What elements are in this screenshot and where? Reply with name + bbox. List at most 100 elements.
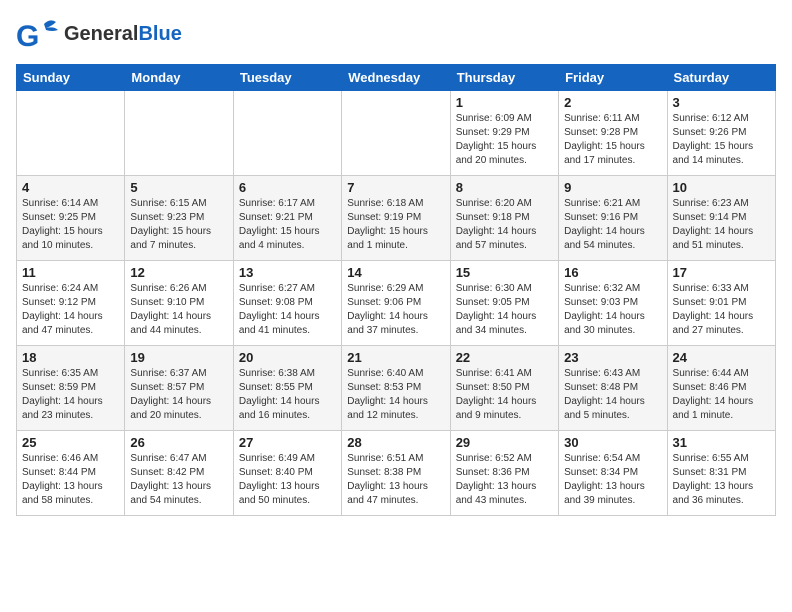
calendar-cell: 5Sunrise: 6:15 AM Sunset: 9:23 PM Daylig… <box>125 176 233 261</box>
day-info: Sunrise: 6:09 AM Sunset: 9:29 PM Dayligh… <box>456 112 553 168</box>
day-info: Sunrise: 6:23 AM Sunset: 9:14 PM Dayligh… <box>673 197 770 253</box>
day-number: 6 <box>239 180 336 195</box>
day-info: Sunrise: 6:46 AM Sunset: 8:44 PM Dayligh… <box>22 452 119 508</box>
day-number: 24 <box>673 350 770 365</box>
day-number: 16 <box>564 265 661 280</box>
day-info: Sunrise: 6:12 AM Sunset: 9:26 PM Dayligh… <box>673 112 770 168</box>
day-number: 31 <box>673 435 770 450</box>
header-saturday: Saturday <box>667 65 775 91</box>
day-info: Sunrise: 6:37 AM Sunset: 8:57 PM Dayligh… <box>130 367 227 423</box>
day-info: Sunrise: 6:11 AM Sunset: 9:28 PM Dayligh… <box>564 112 661 168</box>
calendar-cell: 19 Sunrise: 6:37 AM Sunset: 8:57 PM Dayli… <box>125 346 233 431</box>
day-number: 14 <box>347 265 444 280</box>
day-info: Sunrise: 6:30 AM Sunset: 9:05 PM Dayligh… <box>456 282 553 338</box>
day-number: 4 <box>22 180 119 195</box>
day-number: 29 <box>456 435 553 450</box>
day-info: Sunrise: 6:47 AM Sunset: 8:42 PM Dayligh… <box>130 452 227 508</box>
day-number: 1 <box>456 95 553 110</box>
calendar-week-1: 1 Sunrise: 6:09 AM Sunset: 9:29 PM Daylig… <box>17 91 776 176</box>
day-info: Sunrise: 6:41 AM Sunset: 8:50 PM Dayligh… <box>456 367 553 423</box>
header-monday: Monday <box>125 65 233 91</box>
day-info: Sunrise: 6:51 AM Sunset: 8:38 PM Dayligh… <box>347 452 444 508</box>
header-sunday: Sunday <box>17 65 125 91</box>
day-number: 2 <box>564 95 661 110</box>
calendar-cell: 4 Sunrise: 6:14 AM Sunset: 9:25 PM Daylig… <box>17 176 125 261</box>
day-info: Sunrise: 6:29 AM Sunset: 9:06 PM Dayligh… <box>347 282 444 338</box>
calendar-cell: 23 Sunrise: 6:43 AM Sunset: 8:48 PM Dayli… <box>559 346 667 431</box>
calendar-cell: 14 Sunrise: 6:29 AM Sunset: 9:06 PM Dayli… <box>342 261 450 346</box>
day-number: 23 <box>564 350 661 365</box>
logo: G GeneralBlue <box>16 16 182 52</box>
calendar-cell <box>125 91 233 176</box>
calendar-table: Sunday Monday Tuesday Wednesday Thursday… <box>16 64 776 516</box>
day-info: Sunrise: 6:35 AM Sunset: 8:59 PM Dayligh… <box>22 367 119 423</box>
calendar-cell: 22 Sunrise: 6:41 AM Sunset: 8:50 PM Dayli… <box>450 346 558 431</box>
calendar-cell: 7 Sunrise: 6:18 AM Sunset: 9:19 PM Daylig… <box>342 176 450 261</box>
day-info: Sunrise: 6:20 AM Sunset: 9:18 PM Dayligh… <box>456 197 553 253</box>
day-info: Sunrise: 6:33 AM Sunset: 9:01 PM Dayligh… <box>673 282 770 338</box>
day-number: 7 <box>347 180 444 195</box>
day-info: Sunrise: 6:49 AM Sunset: 8:40 PM Dayligh… <box>239 452 336 508</box>
day-number: 17 <box>673 265 770 280</box>
header-wednesday: Wednesday <box>342 65 450 91</box>
day-number: 10 <box>673 180 770 195</box>
day-number: 21 <box>347 350 444 365</box>
header-thursday: Thursday <box>450 65 558 91</box>
calendar-cell: 2 Sunrise: 6:11 AM Sunset: 9:28 PM Daylig… <box>559 91 667 176</box>
day-number: 18 <box>22 350 119 365</box>
day-number: 27 <box>239 435 336 450</box>
calendar-week-5: 25 Sunrise: 6:46 AM Sunset: 8:44 PM Dayli… <box>17 431 776 516</box>
calendar-cell: 18 Sunrise: 6:35 AM Sunset: 8:59 PM Dayli… <box>17 346 125 431</box>
day-number: 28 <box>347 435 444 450</box>
calendar-cell: 9Sunrise: 6:21 AM Sunset: 9:16 PM Daylig… <box>559 176 667 261</box>
calendar-cell <box>233 91 341 176</box>
day-info: Sunrise: 6:44 AM Sunset: 8:46 PM Dayligh… <box>673 367 770 423</box>
day-info: Sunrise: 6:52 AM Sunset: 8:36 PM Dayligh… <box>456 452 553 508</box>
day-number: 25 <box>22 435 119 450</box>
calendar-week-4: 18 Sunrise: 6:35 AM Sunset: 8:59 PM Dayli… <box>17 346 776 431</box>
calendar-week-2: 4 Sunrise: 6:14 AM Sunset: 9:25 PM Daylig… <box>17 176 776 261</box>
day-number: 19 <box>130 350 227 365</box>
day-number: 26 <box>130 435 227 450</box>
calendar-cell: 16 Sunrise: 6:32 AM Sunset: 9:03 PM Dayli… <box>559 261 667 346</box>
day-number: 30 <box>564 435 661 450</box>
day-info: Sunrise: 6:26 AM Sunset: 9:10 PM Dayligh… <box>130 282 227 338</box>
calendar-cell: 27 Sunrise: 6:49 AM Sunset: 8:40 PM Dayli… <box>233 431 341 516</box>
day-info: Sunrise: 6:32 AM Sunset: 9:03 PM Dayligh… <box>564 282 661 338</box>
calendar-week-3: 11Sunrise: 6:24 AM Sunset: 9:12 PM Dayli… <box>17 261 776 346</box>
calendar-cell: 30 Sunrise: 6:54 AM Sunset: 8:34 PM Dayli… <box>559 431 667 516</box>
day-number: 22 <box>456 350 553 365</box>
calendar-cell: 13 Sunrise: 6:27 AM Sunset: 9:08 PM Dayli… <box>233 261 341 346</box>
calendar-cell: 25 Sunrise: 6:46 AM Sunset: 8:44 PM Dayli… <box>17 431 125 516</box>
calendar-cell: 28 Sunrise: 6:51 AM Sunset: 8:38 PM Dayli… <box>342 431 450 516</box>
calendar-cell: 15 Sunrise: 6:30 AM Sunset: 9:05 PM Dayli… <box>450 261 558 346</box>
day-number: 8 <box>456 180 553 195</box>
day-info: Sunrise: 6:14 AM Sunset: 9:25 PM Dayligh… <box>22 197 119 253</box>
calendar-cell: 31Sunrise: 6:55 AM Sunset: 8:31 PM Dayli… <box>667 431 775 516</box>
calendar-cell: 3Sunrise: 6:12 AM Sunset: 9:26 PM Daylig… <box>667 91 775 176</box>
calendar-cell: 8 Sunrise: 6:20 AM Sunset: 9:18 PM Daylig… <box>450 176 558 261</box>
calendar-cell: 29 Sunrise: 6:52 AM Sunset: 8:36 PM Dayli… <box>450 431 558 516</box>
day-number: 13 <box>239 265 336 280</box>
logo-icon: G <box>16 16 60 52</box>
calendar-cell: 21Sunrise: 6:40 AM Sunset: 8:53 PM Dayli… <box>342 346 450 431</box>
day-info: Sunrise: 6:43 AM Sunset: 8:48 PM Dayligh… <box>564 367 661 423</box>
day-number: 12 <box>130 265 227 280</box>
calendar-cell: 1 Sunrise: 6:09 AM Sunset: 9:29 PM Daylig… <box>450 91 558 176</box>
day-info: Sunrise: 6:21 AM Sunset: 9:16 PM Dayligh… <box>564 197 661 253</box>
calendar-cell: 6Sunrise: 6:17 AM Sunset: 9:21 PM Daylig… <box>233 176 341 261</box>
calendar-cell: 10 Sunrise: 6:23 AM Sunset: 9:14 PM Dayli… <box>667 176 775 261</box>
calendar-cell: 12 Sunrise: 6:26 AM Sunset: 9:10 PM Dayli… <box>125 261 233 346</box>
calendar-cell: 24 Sunrise: 6:44 AM Sunset: 8:46 PM Dayli… <box>667 346 775 431</box>
header-friday: Friday <box>559 65 667 91</box>
day-number: 11 <box>22 265 119 280</box>
header-tuesday: Tuesday <box>233 65 341 91</box>
calendar-cell <box>17 91 125 176</box>
day-info: Sunrise: 6:27 AM Sunset: 9:08 PM Dayligh… <box>239 282 336 338</box>
day-info: Sunrise: 6:18 AM Sunset: 9:19 PM Dayligh… <box>347 197 444 253</box>
calendar-cell: 26 Sunrise: 6:47 AM Sunset: 8:42 PM Dayli… <box>125 431 233 516</box>
day-number: 15 <box>456 265 553 280</box>
day-number: 5 <box>130 180 227 195</box>
day-info: Sunrise: 6:54 AM Sunset: 8:34 PM Dayligh… <box>564 452 661 508</box>
day-info: Sunrise: 6:38 AM Sunset: 8:55 PM Dayligh… <box>239 367 336 423</box>
